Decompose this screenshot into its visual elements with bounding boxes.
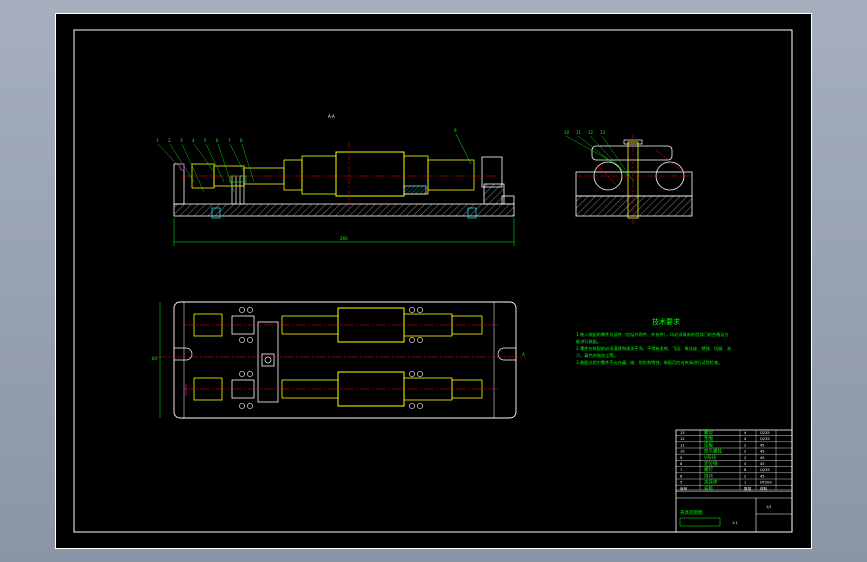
balloon-label: 5: [204, 138, 207, 143]
screw-head-icon: [239, 403, 245, 409]
title-cell: 45: [760, 462, 765, 466]
balloon-label: 13: [600, 130, 606, 135]
top-view: 84 A: [152, 301, 526, 419]
title-cell: 13: [680, 431, 685, 435]
technical-requirements: 技术要求 1.装入装配的零件及部件（包括外购件、外协件），均必须具有检验部门的合…: [576, 317, 731, 366]
title-cell: 4: [744, 431, 747, 435]
balloon-label: 11: [576, 130, 582, 135]
title-cell: 夹具体: [704, 479, 718, 486]
tech-req-line: 污、着色剂和灰尘等。: [576, 352, 618, 359]
inner-frame: [73, 29, 793, 533]
title-cell: 7: [680, 468, 682, 472]
tech-req-line: 3.装配过程中零件不允许磕、碰、划伤和锈蚀，装配后应对夹具进行试验检查。: [576, 359, 722, 366]
leader-line: [217, 143, 235, 193]
title-cell: 4: [744, 462, 747, 466]
tech-req-line: 2.零件在装配前必须清理和清洗干净，不得有毛刺、飞边、氧化皮、锈蚀、切屑、油: [576, 345, 731, 352]
title-cell: 2: [744, 474, 746, 478]
balloon-label: 10: [564, 130, 570, 135]
screw-head-icon: [247, 307, 253, 313]
screw-head-icon: [409, 371, 415, 377]
assembly-drawing: A-A 1 2 3 4 5 6 7 8 9 260 10 11 12 13 84…: [73, 29, 793, 533]
title-cell: 4: [744, 437, 747, 441]
screw-head-icon: [239, 337, 245, 343]
title-cell: Q235: [760, 437, 770, 441]
title-cell: 6: [680, 474, 683, 478]
screw-head-icon: [239, 371, 245, 377]
overall-dimension: 260: [340, 236, 348, 241]
leader-line: [157, 143, 185, 173]
title-cell: 压板: [704, 441, 713, 448]
title-cell: 11: [680, 443, 685, 447]
screw-head-icon: [247, 337, 253, 343]
side-section-view: 10 11 12 13: [564, 130, 693, 224]
cad-viewport[interactable]: A-A 1 2 3 4 5 6 7 8 9 260 10 11 12 13 84…: [0, 0, 867, 562]
title-cell: Q235: [760, 431, 770, 435]
drawing-sheet[interactable]: A-A 1 2 3 4 5 6 7 8 9 260 10 11 12 13 84…: [55, 13, 812, 549]
drawing-name: 夹具装配图: [680, 509, 703, 516]
title-cell: 名称: [704, 485, 713, 492]
title-cell: 12: [680, 437, 685, 441]
title-cell: 8: [680, 462, 683, 466]
front-section-view: A-A 1 2 3 4 5 6 7 8 9 260: [156, 114, 515, 246]
title-cell: 2: [744, 456, 746, 460]
title-cell: 10: [680, 450, 685, 454]
tech-req-line: 1.装入装配的零件及部件（包括外购件、外协件），均必须具有检验部门的合格证方: [576, 331, 729, 338]
sheet-number: 1/1: [766, 505, 772, 509]
view-mark: A: [522, 352, 525, 357]
title-cell: 45: [760, 456, 765, 460]
leader-line: [229, 143, 245, 173]
screw-head-icon: [417, 307, 423, 313]
balloon-label: 4: [192, 138, 195, 143]
balloon-label: 1: [156, 138, 159, 143]
screw-head-icon: [417, 337, 423, 343]
title-cell: 定位销: [704, 460, 718, 467]
balloon-label: 7: [228, 138, 231, 143]
title-cell: Q235: [760, 468, 770, 472]
scale-value: 1:1: [732, 521, 738, 525]
title-cell: 垫圈: [704, 435, 713, 442]
title-cell: 8: [744, 468, 747, 472]
screw-head-icon: [409, 307, 415, 313]
title-cell: 双头螺柱: [704, 448, 722, 455]
screw-head-icon: [409, 337, 415, 343]
title-cell: 螺钉: [704, 466, 713, 473]
title-cell: HT200: [760, 481, 772, 485]
title-cell: 2: [744, 450, 746, 454]
title-cell: 螺母: [704, 429, 713, 436]
tech-req-line: 能进行装配。: [576, 338, 601, 345]
balloon-label: 8: [240, 138, 243, 143]
screw-head-icon: [417, 371, 423, 377]
title-cell: 45: [760, 474, 765, 478]
title-cell: 2: [744, 443, 746, 447]
right-balloon: 9: [454, 128, 457, 133]
screw-head-icon: [239, 307, 245, 313]
title-cell: V形块: [704, 454, 717, 461]
tech-req-title: 技术要求: [652, 317, 680, 326]
screw-head-icon: [247, 371, 253, 377]
title-cell: 挡块: [704, 472, 713, 479]
balloon-label: 6: [216, 138, 219, 143]
screw-head-icon: [417, 403, 423, 409]
screw-head-icon: [409, 403, 415, 409]
title-cell: 1: [744, 481, 746, 485]
balloon-label: 2: [168, 138, 171, 143]
title-cell: 45: [760, 443, 765, 447]
balloon-label: 3: [180, 138, 183, 143]
section-label: A-A: [328, 114, 335, 119]
title-cell: 5: [680, 481, 682, 485]
leader-line: [193, 143, 215, 173]
title-cell: 9: [680, 456, 683, 460]
screw-head-icon: [247, 403, 253, 409]
left-dimension: 84: [152, 356, 158, 361]
title-block: 13 螺母 4 Q23512 垫圈 4 Q23511 压板 2 4510 双头螺柱 2 459 V形块 2 4…: [675, 429, 793, 533]
title-cell: 45: [760, 450, 765, 454]
balloon-label: 12: [588, 130, 594, 135]
